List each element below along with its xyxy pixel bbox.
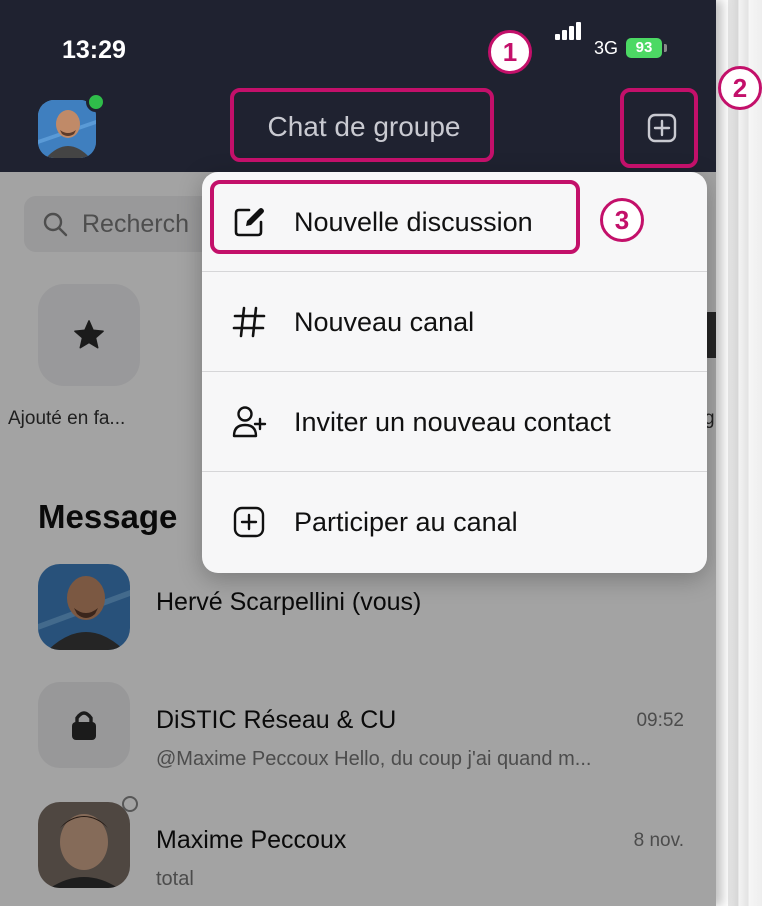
highlight-title [230,88,494,162]
menu-item-label: Nouveau canal [294,306,475,337]
battery-icon: 93 [626,38,662,58]
menu-item-label: Participer au canal [294,506,518,537]
phone-screen: 13:29 3G 93 Chat de groupe Recherch Ajou… [0,0,716,906]
hash-icon [228,301,270,343]
annotation-badge-2: 2 [718,66,762,110]
battery-tip [664,44,667,52]
menu-item-label: Inviter un nouveau contact [294,406,611,437]
status-time: 13:29 [62,36,126,64]
highlight-new-button [620,88,698,168]
online-status-dot [86,92,106,112]
user-avatar[interactable] [38,100,96,158]
menu-item-invite-contact[interactable]: Inviter un nouveau contact [202,372,707,472]
menu-item-new-channel[interactable]: Nouveau canal [202,272,707,372]
highlight-new-discussion [210,180,580,254]
network-type: 3G [594,38,619,58]
menu-item-join-channel[interactable]: Participer au canal [202,472,707,572]
battery-level: 93 [635,39,653,56]
annotation-badge-1: 1 [488,30,532,74]
plus-square-icon [228,501,270,543]
add-person-icon [228,401,270,443]
annotation-badge-3: 3 [600,198,644,242]
page-stack-background [728,0,762,906]
